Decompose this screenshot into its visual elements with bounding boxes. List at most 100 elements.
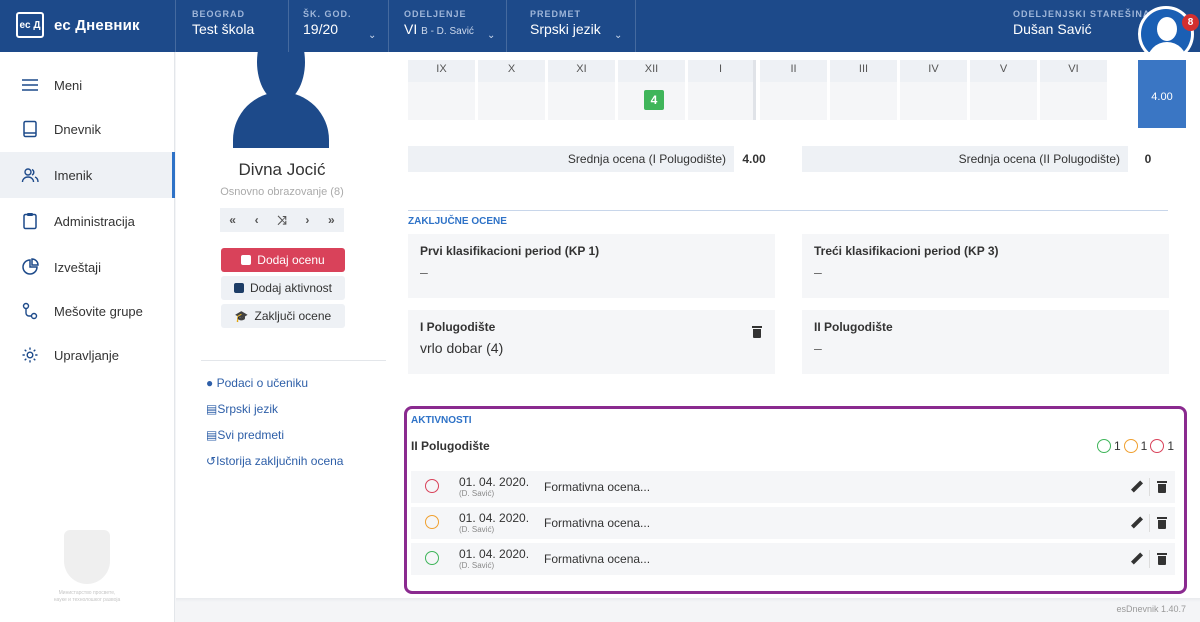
graduation-cap-icon: 🎓 [234, 310, 249, 323]
pencil-icon[interactable] [1131, 553, 1143, 565]
trash-icon[interactable] [1157, 517, 1167, 529]
kp1-panel: Prvi klasifikacioni period (KP 1) – [408, 234, 775, 298]
pencil-icon[interactable] [1131, 517, 1143, 529]
sidebar-item-meni[interactable]: Meni [0, 62, 175, 108]
grade-badge[interactable]: 4 [644, 90, 664, 110]
history-link[interactable]: ↺Istorija zaključnih ocena [206, 454, 343, 468]
sidebar-item-label: Mešovite grupe [54, 303, 143, 319]
subject-link[interactable]: ▤Srpski jezik [206, 402, 278, 416]
h2-panel: II Polugodište – [802, 310, 1169, 374]
trash-icon[interactable] [1157, 481, 1167, 493]
pie-chart-icon [20, 257, 40, 277]
count-mid: 1 [1140, 439, 1148, 453]
finalize-grades-button[interactable]: 🎓 Zaključi ocene [221, 304, 345, 328]
add-grade-button[interactable]: Dodaj ocenu [221, 248, 345, 272]
info-icon: ● [206, 376, 214, 390]
smile-icon [1096, 439, 1111, 453]
month-column[interactable]: III [830, 60, 898, 120]
head-teacher: ODELJENJSKI STAREŠINA Dušan Savić [1013, 9, 1150, 37]
average-h1-label: Srednja ocena (I Polugodište) [408, 146, 734, 172]
year-label: ŠK. GOD. [303, 9, 352, 19]
sidebar-item-administracija[interactable]: Administracija [0, 198, 175, 244]
average-h1: Srednja ocena (I Polugodište) 4.00 [408, 146, 774, 172]
grades-grid: IX X XI XII I II III IV V VI 4 4.00 [408, 60, 1186, 128]
year-value: 19/20 [303, 21, 339, 37]
count-good: 1 [1113, 439, 1121, 453]
chevron-down-icon[interactable]: ⌄ [614, 30, 622, 41]
month-column[interactable]: IV [900, 60, 968, 120]
sidebar: Meni Dnevnik Imenik Administracija Izveš… [0, 52, 175, 622]
header-divider [635, 0, 636, 52]
sidebar-item-mesovite-grupe[interactable]: Mešovite grupe [0, 288, 175, 334]
sidebar-item-label: Dnevnik [54, 121, 101, 137]
app-logo[interactable]: ес Д ес Дневник [16, 12, 140, 38]
coat-of-arms-icon [64, 530, 110, 584]
subject-selector[interactable]: PREDMET Srpski jezik [530, 9, 601, 37]
h1-value: vrlo dobar (4) [420, 340, 504, 356]
subject-value: Srpski jezik [530, 21, 601, 37]
all-subjects-link[interactable]: ▤Svi predmeti [206, 428, 284, 442]
average-box: 4.00 [1138, 60, 1186, 128]
next-student-button[interactable]: › [305, 213, 309, 227]
sidebar-item-dnevnik[interactable]: Dnevnik [0, 106, 175, 152]
first-student-button[interactable]: « [229, 213, 236, 227]
prev-student-button[interactable]: ‹ [255, 213, 259, 227]
add-activity-label: Dodaj aktivnost [249, 281, 333, 295]
shuffle-icon[interactable]: ⤨ [277, 213, 287, 228]
logo-icon: ес Д [16, 12, 44, 38]
kp3-panel: Treći klasifikacioni period (KP 3) – [802, 234, 1169, 298]
school-value: Test škola [192, 21, 255, 37]
sidebar-item-label: Imenik [54, 167, 93, 183]
chevron-down-icon[interactable]: ⌄ [368, 30, 376, 41]
month-column[interactable]: V [970, 60, 1038, 120]
add-grade-label: Dodaj ocenu [257, 253, 325, 267]
last-student-button[interactable]: » [328, 213, 335, 227]
header-divider [288, 0, 289, 52]
activity-row[interactable]: 01. 04. 2020. (D. Savić) Formativna ocen… [411, 507, 1175, 539]
plus-square-icon [241, 255, 252, 265]
student-level: Osnovno obrazovanje (8) [220, 186, 344, 198]
document-icon: ▤ [206, 428, 218, 442]
month-column[interactable]: I [688, 60, 756, 120]
sidebar-item-label: Administracija [54, 213, 135, 229]
school-selector: BEOGRAD Test škola [192, 9, 254, 37]
sidebar-item-label: Izveštaji [54, 259, 101, 275]
activities-subtitle: II Polugodište [411, 439, 490, 453]
year-selector[interactable]: ŠK. GOD. 19/20 [303, 9, 352, 37]
month-column[interactable]: X [478, 60, 546, 120]
sidebar-item-izvestaji[interactable]: Izveštaji [0, 244, 175, 290]
month-column[interactable]: IX [408, 60, 476, 120]
activity-date: 01. 04. 2020. [459, 511, 530, 525]
sidebar-item-label: Meni [54, 77, 83, 93]
sidebar-item-imenik[interactable]: Imenik [0, 152, 175, 198]
month-column[interactable]: XI [548, 60, 616, 120]
notification-badge[interactable]: 8 [1182, 14, 1199, 31]
sidebar-item-upravljanje[interactable]: Upravljanje [0, 332, 175, 378]
trash-icon[interactable] [1157, 553, 1167, 565]
month-column[interactable]: VI [1040, 60, 1108, 120]
final-grades-title: ZAKLJUČNE OCENE [408, 216, 507, 227]
ministry-logo: Министарство просвете, науке и технолошк… [52, 530, 122, 604]
student-info-link[interactable]: ● Podaci o učeniku [206, 376, 308, 390]
book-icon [20, 119, 40, 139]
student-avatar [233, 52, 329, 148]
trash-icon[interactable] [752, 326, 762, 338]
chevron-down-icon[interactable]: ⌄ [487, 30, 495, 41]
head-teacher-value: Dušan Savić [1013, 21, 1092, 37]
groups-icon [20, 301, 40, 321]
smile-icon [425, 551, 439, 565]
add-activity-button[interactable]: Dodaj aktivnost [221, 276, 345, 300]
activity-teacher: (D. Savić) [459, 561, 495, 570]
header-divider [388, 0, 389, 52]
activity-row[interactable]: 01. 04. 2020. (D. Savić) Formativna ocen… [411, 471, 1175, 503]
month-column[interactable]: II [760, 60, 828, 120]
footer-shadow [176, 598, 1200, 602]
activity-date: 01. 04. 2020. [459, 475, 530, 489]
activity-description: Formativna ocena... [544, 516, 651, 530]
pencil-icon[interactable] [1131, 481, 1143, 493]
class-selector[interactable]: ODELJENJE VI B - D. Savić [404, 9, 474, 37]
app-title: ес Дневник [54, 16, 140, 34]
activity-row[interactable]: 01. 04. 2020. (D. Savić) Formativna ocen… [411, 543, 1175, 575]
divider [1149, 514, 1150, 532]
average-h2-value: 0 [1144, 152, 1152, 166]
